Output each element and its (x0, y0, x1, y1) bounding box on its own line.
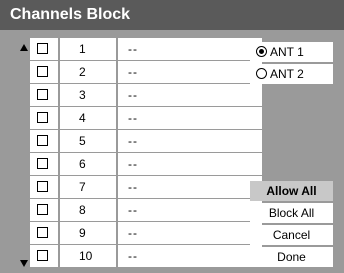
channel-checkbox[interactable] (37, 112, 48, 123)
channel-name: -- (118, 130, 262, 152)
channel-number: 1 (60, 38, 116, 60)
channel-name: -- (118, 153, 262, 175)
channel-number: 2 (60, 61, 116, 83)
channel-checkbox[interactable] (37, 89, 48, 100)
channel-checkbox[interactable] (37, 43, 48, 54)
ant1-option[interactable]: ANT 1 (250, 42, 333, 62)
ant2-option[interactable]: ANT 2 (250, 64, 333, 84)
channel-number: 3 (60, 84, 116, 106)
channel-checkbox[interactable] (37, 204, 48, 215)
channel-name: -- (118, 222, 262, 244)
channel-name: -- (118, 84, 262, 106)
channel-checkbox[interactable] (37, 227, 48, 238)
allow-all-button[interactable]: Allow All (250, 181, 333, 201)
channels-block-dialog: Channels Block 1 -- 2 -- 3 -- 4 -- 5 -- … (0, 0, 344, 273)
cancel-button[interactable]: Cancel (250, 225, 333, 245)
channel-name: -- (118, 245, 262, 267)
channel-number: 9 (60, 222, 116, 244)
channel-name: -- (118, 107, 262, 129)
channel-name: -- (118, 38, 262, 60)
channel-number: 4 (60, 107, 116, 129)
block-all-button[interactable]: Block All (250, 203, 333, 223)
channel-checkbox[interactable] (37, 181, 48, 192)
done-button[interactable]: Done (250, 247, 333, 267)
dialog-title: Channels Block (0, 0, 344, 30)
channel-number: 8 (60, 199, 116, 221)
channel-number: 7 (60, 176, 116, 198)
channel-checkbox[interactable] (37, 66, 48, 77)
channel-number: 10 (60, 245, 116, 267)
radio-selected-icon[interactable] (256, 46, 267, 57)
channel-checkbox[interactable] (37, 158, 48, 169)
channel-checkbox[interactable] (37, 250, 48, 261)
channel-checkbox[interactable] (37, 135, 48, 146)
channel-number: 5 (60, 130, 116, 152)
channel-name: -- (118, 176, 262, 198)
scroll-down-arrow-icon[interactable] (20, 260, 28, 267)
scroll-up-arrow-icon[interactable] (20, 44, 28, 51)
channel-name: -- (118, 61, 262, 83)
radio-unselected-icon[interactable] (256, 68, 267, 79)
channel-number: 6 (60, 153, 116, 175)
channel-name: -- (118, 199, 262, 221)
ant2-label: ANT 2 (270, 67, 304, 81)
ant1-label: ANT 1 (270, 45, 304, 59)
